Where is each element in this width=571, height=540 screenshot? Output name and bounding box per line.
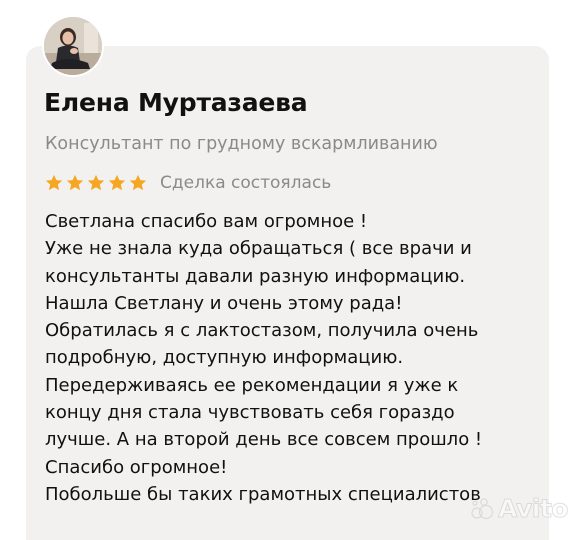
- review-line: подробную, доступную информацию.: [45, 347, 404, 369]
- reviewer-subtitle: Консультант по грудному вскармливанию: [45, 134, 438, 154]
- avatar[interactable]: [44, 17, 102, 75]
- rating-row: Сделка состоялась: [44, 172, 331, 194]
- review-line: Уже не знала куда обращаться ( все врачи…: [45, 238, 472, 260]
- review-line: Обратилась я с лактостазом, получила оче…: [45, 320, 479, 342]
- star-icon: [45, 174, 63, 191]
- avito-logo-icon: [471, 497, 494, 519]
- review-line: консультанты давали разную информацию.: [45, 265, 466, 287]
- deal-status: Сделка состоялась: [160, 173, 332, 193]
- reviewer-name[interactable]: Елена Муртазаева: [44, 88, 308, 117]
- review-line: концу дня стала чувствовать себя гораздо: [45, 402, 455, 424]
- review-line: лучше. А на второй день все совсем прошл…: [45, 429, 483, 451]
- review-line: Передерживаясь ее рекомендации я уже к: [45, 374, 459, 396]
- user-photo-icon: [44, 17, 102, 75]
- review-line: Светлана спасибо вам огромное !: [45, 211, 368, 232]
- review-screen: Елена Муртазаева Консультант по грудному…: [0, 0, 571, 540]
- star-rating: [44, 173, 148, 193]
- review-line: Нашла Светлану и очень этому рада!: [45, 292, 403, 314]
- star-icon: [108, 174, 126, 191]
- star-icon: [87, 174, 105, 191]
- avito-watermark: Avito: [470, 494, 569, 524]
- star-icon: [129, 174, 147, 191]
- review-line: Спасибо огромное!: [45, 456, 228, 478]
- review-text: Светлана спасибо вам огромное ! Уже не зн…: [45, 208, 545, 508]
- watermark-text: Avito: [498, 494, 569, 524]
- star-icon: [66, 174, 84, 191]
